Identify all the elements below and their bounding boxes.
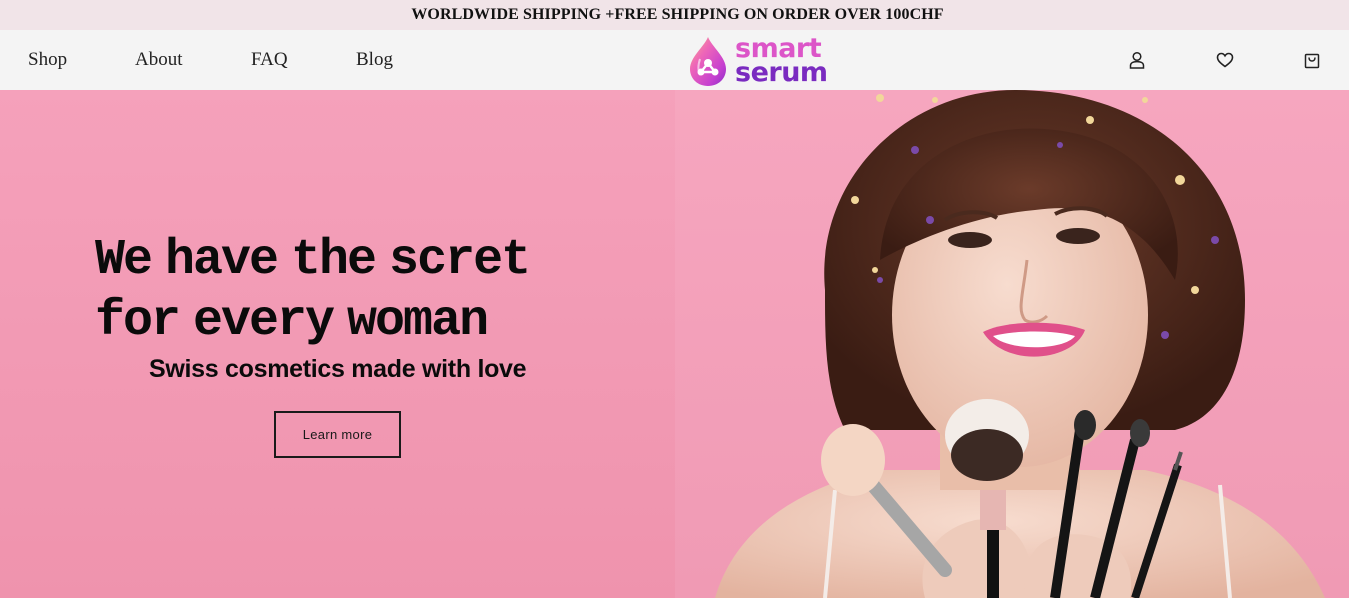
site-header: Shop About FAQ Blog smart serum	[0, 30, 1349, 90]
hero-title: We have the scret for every woman	[95, 232, 531, 350]
hero-photo-woman-with-brushes	[675, 90, 1349, 598]
brand-logo[interactable]: smart serum	[686, 34, 836, 88]
learn-more-button[interactable]: Learn more	[274, 411, 401, 458]
account-icon[interactable]	[1127, 50, 1147, 70]
announcement-text: WORLDWIDE SHIPPING +FREE SHIPPING ON ORD…	[411, 6, 944, 23]
nav-link-shop[interactable]: Shop	[28, 49, 67, 71]
wishlist-heart-icon[interactable]	[1215, 50, 1235, 70]
hero-subtitle: Swiss cosmetics made with love	[149, 355, 527, 383]
logo-text-serum: serum	[735, 57, 828, 88]
serum-drop-icon	[690, 37, 726, 86]
nav-link-blog[interactable]: Blog	[356, 49, 393, 71]
announcement-bar: WORLDWIDE SHIPPING +FREE SHIPPING ON ORD…	[0, 0, 1349, 30]
cart-bag-icon[interactable]	[1302, 50, 1322, 70]
nav-link-faq[interactable]: FAQ	[251, 49, 288, 71]
hero-banner: We have the scret for every woman Swiss …	[0, 90, 1349, 598]
nav-link-about[interactable]: About	[135, 49, 183, 71]
